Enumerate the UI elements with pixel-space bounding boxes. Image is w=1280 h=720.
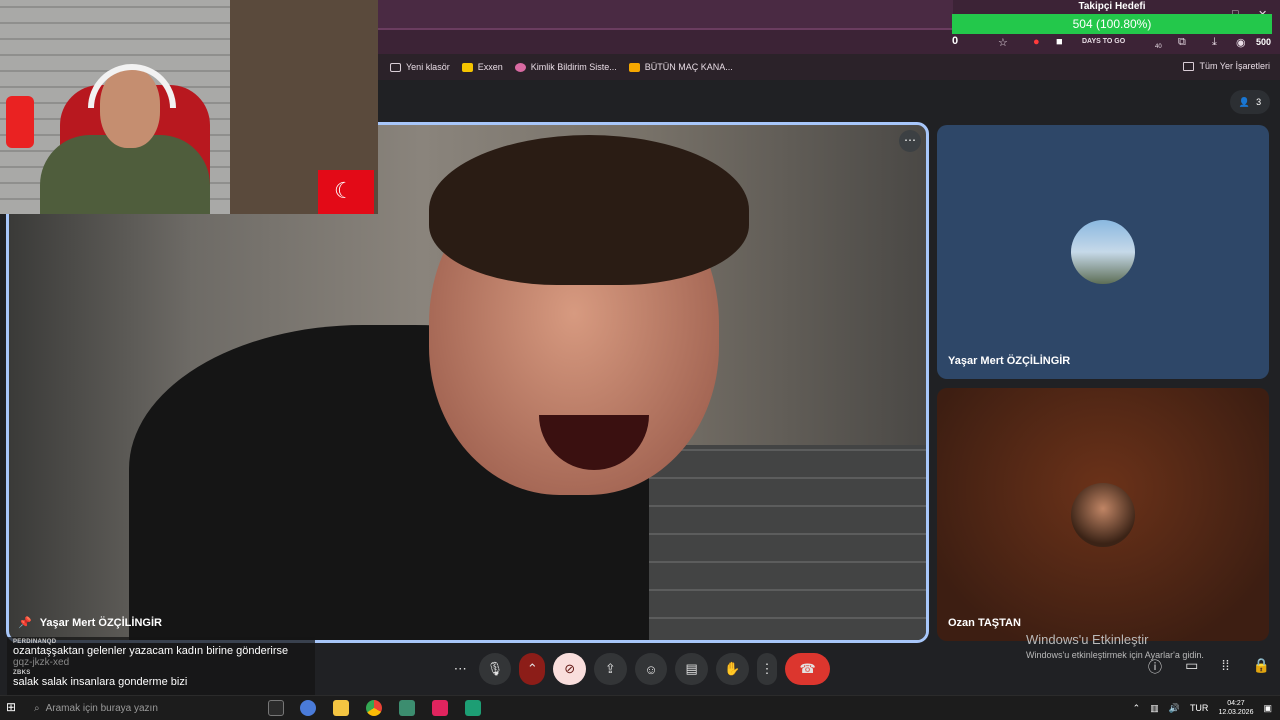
tray-chevron-icon[interactable]: ⌃: [1133, 703, 1141, 714]
network-icon[interactable]: ▥: [1150, 703, 1159, 714]
volume-icon[interactable]: 🔊: [1169, 703, 1180, 714]
file-explorer-icon[interactable]: [333, 700, 349, 716]
goal-current-count: 0: [952, 35, 959, 47]
participant-tile[interactable]: Ozan TAŞTAN: [937, 388, 1269, 641]
emoji-button[interactable]: ☺: [634, 653, 668, 685]
notepad-icon[interactable]: [399, 700, 415, 716]
webcam-overlay: ☾: [0, 0, 378, 214]
bookmark-label: Yeni klasör: [406, 62, 450, 72]
call-controls: ⋯ 🎙 ⌃ ⊘ ⇪ ☺ ▤ ✋ ⋮ ☎: [450, 651, 831, 687]
microphone-icon: 🎙: [486, 661, 504, 676]
all-bookmarks-label: Tüm Yer İşaretleri: [1199, 61, 1270, 71]
chat-icon[interactable]: ▭: [1185, 657, 1198, 677]
copilot-icon[interactable]: [300, 700, 316, 716]
chat-message: ozantaşşaktan gelenler yazacam kadın bir…: [13, 645, 289, 657]
more-options-icon[interactable]: ⋯: [450, 653, 471, 685]
microphone-button[interactable]: 🎙: [478, 653, 512, 685]
participant-name: Yaşar Mert ÖZÇİLİNGİR: [948, 355, 1071, 367]
jp-icon: [628, 62, 640, 72]
bookmark-label: Exxen: [477, 62, 503, 72]
activities-icon[interactable]: ⁞⁞: [1222, 657, 1230, 677]
bookmark-kimlik[interactable]: Kimlik Bildirim Siste...: [514, 62, 617, 72]
captions-icon: ▤: [685, 661, 698, 676]
lock-icon[interactable]: 🔒: [1253, 657, 1270, 677]
windows-taskbar: ⊞ ⌕ Aramak için buraya yazın ⌃ ▥ 🔊 TUR 04…: [0, 695, 1280, 720]
present-screen-icon: ⇪: [604, 661, 616, 676]
activation-title: Windows'u Etkinleştir: [1026, 632, 1149, 647]
folder-icon: [1183, 61, 1195, 71]
chat-message: salak salak insanlara gonderme bizi: [13, 676, 188, 688]
bookmark-label: Kimlik Bildirim Siste...: [530, 62, 617, 72]
browser-tab-divider: [378, 28, 953, 30]
activation-subtitle: Windows'u etkinleştirmek için Ayarlar'a …: [1026, 650, 1204, 660]
media-app-icon[interactable]: [432, 700, 448, 716]
clock-date: 12.03.2026: [1218, 709, 1254, 716]
all-bookmarks[interactable]: Tüm Yer İşaretleri: [1183, 61, 1270, 71]
goal-title: Takipçi Hedefi: [1078, 1, 1146, 12]
folder-icon: [390, 62, 401, 72]
language-indicator[interactable]: TUR: [1190, 703, 1209, 713]
captions-button[interactable]: ▤: [675, 653, 709, 685]
app-icon[interactable]: [465, 700, 481, 716]
notifications-icon[interactable]: ▣: [1263, 703, 1272, 714]
raise-hand-button[interactable]: ✋: [716, 653, 749, 685]
tile-options-button[interactable]: ⋯: [899, 130, 921, 152]
search-icon: ⌕: [34, 703, 40, 714]
more-vert-button[interactable]: ⋮: [756, 653, 778, 685]
end-call-icon: ☎: [799, 661, 816, 676]
camera-toggle-button[interactable]: ⊘: [553, 653, 587, 685]
chevron-up-icon: ⌃: [526, 661, 538, 676]
turkish-flag-icon: ☾: [318, 170, 374, 214]
participant-name: Ozan TAŞTAN: [948, 617, 1021, 629]
main-speaker-label: 📌 Yaşar Mert ÖZÇİLİNGİR: [18, 616, 162, 630]
chevron-up-button[interactable]: ⌃: [519, 653, 546, 685]
speaker-hair: [429, 135, 749, 285]
people-icon: 👤: [1238, 96, 1251, 107]
stream-chat-overlay: PERDINANQD ozantaşşaktan gelenler yazaca…: [7, 637, 315, 700]
taskbar-clock[interactable]: 04:27 12.03.2026: [1218, 699, 1253, 717]
chat-username: ZBKS: [13, 670, 31, 676]
avatar: [1071, 483, 1135, 547]
windows-start-icon[interactable]: ⊞: [6, 700, 16, 714]
info-icon[interactable]: ⓘ: [1148, 657, 1162, 677]
system-tray: ⌃ ▥ 🔊 TUR 04:27 12.03.2026 ▣: [1133, 699, 1272, 717]
avatar: [1071, 220, 1135, 284]
microphone-prop: [6, 96, 34, 148]
participants-button[interactable]: 👤 3: [1230, 90, 1270, 114]
clock-time: 04:27: [1227, 700, 1245, 707]
exxen-icon: [461, 62, 473, 72]
windows-activation-notice: Windows'u Etkinleştir Windows'u etkinleş…: [1026, 632, 1204, 660]
chat-message: gqz-jkzk-xed: [13, 657, 70, 668]
taskbar-search[interactable]: ⌕ Aramak için buraya yazın: [28, 699, 178, 718]
browser-tab-strip[interactable]: [378, 0, 953, 28]
bookmark-butun-mac[interactable]: BÜTÜN MAÇ KANA...: [628, 62, 733, 72]
bookmark-yeni-klasor[interactable]: Yeni klasör: [390, 62, 450, 72]
chat-username: PERDINANQD: [13, 639, 57, 645]
goal-max-count: 500: [1256, 37, 1272, 47]
participant-count: 3: [1256, 97, 1262, 107]
raise-hand-icon: ✋: [724, 661, 741, 676]
follower-goal-widget: Takipçi Hedefi 504 (100.80%) 0 500: [952, 0, 1272, 52]
present-button[interactable]: ⇪: [594, 653, 627, 685]
pin-icon: 📌: [18, 617, 32, 629]
camera-off-icon: ⊘: [564, 661, 576, 676]
participant-tile[interactable]: Yaşar Mert ÖZÇİLİNGİR: [937, 125, 1269, 379]
link-icon: [514, 62, 526, 72]
chrome-icon[interactable]: [366, 700, 382, 716]
task-view-icon[interactable]: [268, 700, 284, 716]
goal-progress-bar: 504 (100.80%): [952, 14, 1272, 34]
side-controls: ⓘ ▭ ⁞⁞ 🔒: [1148, 657, 1270, 677]
main-speaker-name: Yaşar Mert ÖZÇİLİNGİR: [39, 616, 162, 629]
end-call-button[interactable]: ☎: [785, 653, 831, 685]
search-placeholder: Aramak için buraya yazın: [45, 703, 158, 714]
bookmark-exxen[interactable]: Exxen: [461, 62, 503, 72]
bookmark-label: BÜTÜN MAÇ KANA...: [644, 62, 733, 72]
bookmarks-bar: Yeni klasör Exxen Kimlik Bildirim Siste.…: [378, 54, 1280, 80]
more-vert-icon: ⋮: [760, 661, 774, 676]
emoji-icon: ☺: [644, 661, 658, 677]
